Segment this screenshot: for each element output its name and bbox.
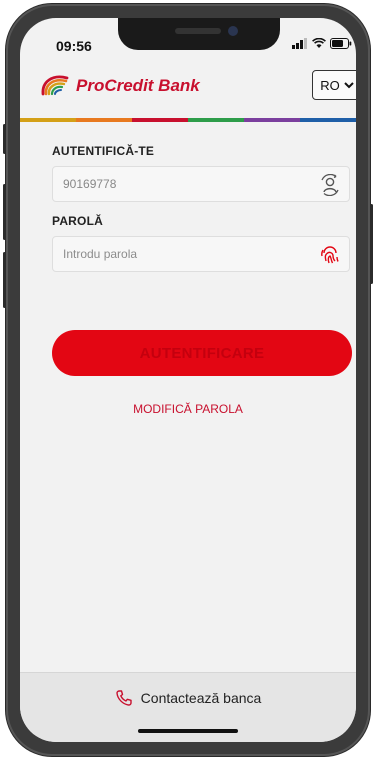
phone-icon xyxy=(115,690,132,706)
username-field[interactable] xyxy=(52,166,350,202)
cellular-signal-icon xyxy=(292,38,307,49)
stripe-segment xyxy=(244,118,300,122)
language-selector[interactable]: RO xyxy=(312,70,356,100)
mute-switch xyxy=(3,124,6,154)
battery-icon xyxy=(330,38,352,49)
wifi-icon xyxy=(312,38,326,48)
speaker xyxy=(175,28,221,34)
home-indicator[interactable] xyxy=(138,729,238,733)
password-label: PAROLĂ xyxy=(52,214,103,228)
contact-bank-button[interactable]: Contactează banca xyxy=(20,689,356,707)
volume-down-button xyxy=(3,252,6,308)
stripe-segment xyxy=(20,118,76,122)
brand-color-stripe xyxy=(20,118,356,122)
brand-logo: ProCredit Bank xyxy=(40,72,200,100)
status-icons xyxy=(292,38,352,49)
front-camera xyxy=(228,26,238,36)
stripe-segment xyxy=(300,118,356,122)
stripe-segment xyxy=(76,118,132,122)
username-label: AUTENTIFICĂ-TE xyxy=(52,144,155,158)
stripe-segment xyxy=(132,118,188,122)
app-screen: 09:56 ProCredit Bank RO AUTENTIFICĂ-TE 9… xyxy=(20,18,356,742)
status-time: 09:56 xyxy=(56,38,92,54)
switch-user-icon[interactable] xyxy=(319,174,341,196)
phone-frame: 09:56 ProCredit Bank RO AUTENTIFICĂ-TE 9… xyxy=(3,4,373,756)
fingerprint-icon[interactable] xyxy=(319,244,341,266)
contact-bank-label: Contactează banca xyxy=(140,690,262,706)
stripe-segment xyxy=(188,118,244,122)
modify-password-link[interactable]: MODIFICĂ PAROLA xyxy=(20,402,356,416)
notch xyxy=(118,18,280,50)
chevron-down-icon xyxy=(344,81,354,88)
footer: Contactează banca xyxy=(20,672,356,742)
procredit-logo-icon xyxy=(41,75,69,96)
username-input[interactable] xyxy=(53,167,323,201)
language-value: RO xyxy=(320,77,340,93)
login-button[interactable]: AUTENTIFICARE xyxy=(52,330,352,376)
brand-name: ProCredit Bank xyxy=(76,76,200,95)
password-input[interactable] xyxy=(53,237,323,271)
password-field[interactable] xyxy=(52,236,350,272)
volume-up-button xyxy=(3,184,6,240)
power-button xyxy=(370,204,373,284)
